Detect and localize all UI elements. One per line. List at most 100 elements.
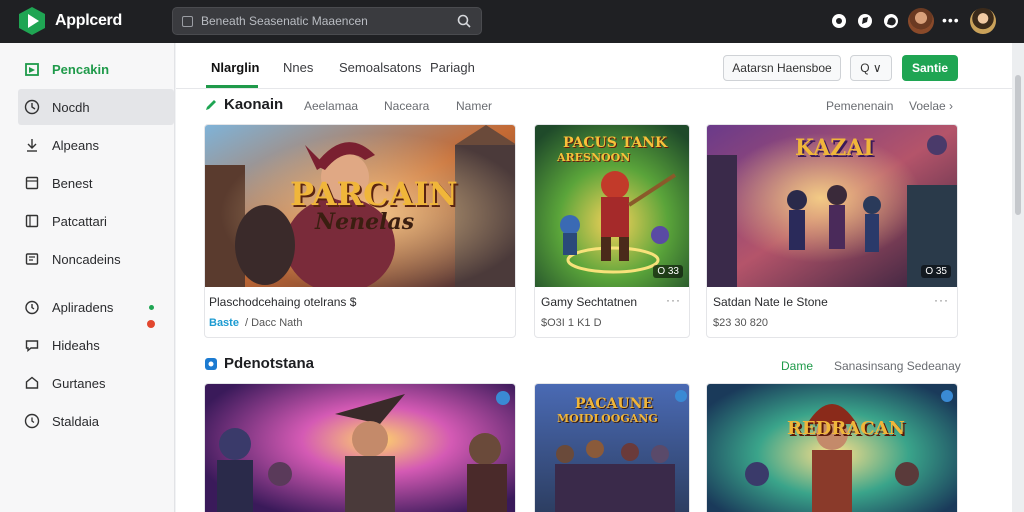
game-art-image (205, 384, 515, 512)
app-title: Applcerd (55, 12, 122, 29)
game-card[interactable]: KAZAI O 35 Satdan Nate Ie Stone ··· $23 … (706, 124, 958, 338)
game-card[interactable]: REDRACAN (706, 383, 958, 512)
section1-link-2[interactable]: Voelae › (909, 99, 953, 113)
game-art-subtitle: ARESNOON (557, 151, 631, 164)
clock-icon (24, 99, 40, 115)
sidebar-item-label: Apliradens (52, 299, 114, 315)
more-icon[interactable]: ••• (942, 12, 960, 28)
download-icon (27, 139, 37, 152)
game-meta: $O3I 1 K1 D (541, 317, 602, 329)
filter-icon (182, 16, 193, 27)
sidebar-item-label: Hideahs (52, 337, 100, 353)
user-avatar[interactable] (908, 8, 934, 34)
rating-badge: O 33 (653, 265, 683, 278)
chat-square-icon (205, 357, 217, 370)
sidebar-item-label: Benest (52, 175, 93, 191)
sidebar-item-pencakin[interactable]: Pencakin (18, 51, 174, 87)
tab-semoalsatons[interactable]: Semoalsatons (339, 60, 421, 75)
sidebar-item-label: Staldaia (52, 413, 99, 429)
game-art-title: PARCAIN (290, 175, 458, 213)
subtab-3[interactable]: Namer (456, 99, 492, 113)
game-meta-text: / Dacc Nath (244, 317, 303, 329)
chat-bubble-icon[interactable] (830, 12, 848, 30)
timer-icon (25, 300, 39, 315)
game-tag[interactable]: Baste (209, 317, 239, 329)
sidebar-item-patcattari[interactable]: Patcattari (18, 203, 174, 239)
sidebar-item-benest[interactable]: Benest (18, 165, 174, 201)
tab-bar: Nlarglin Nnes Semoalsatons Pariagh Aatar… (176, 43, 1012, 89)
section2-link-1[interactable]: Dame (781, 359, 813, 373)
messages-icon[interactable] (882, 12, 900, 30)
game-card[interactable]: PACAUNE MOIDLOOGANG (534, 383, 690, 512)
game-art-subtitle: Nenelas (315, 209, 415, 235)
search-icon[interactable] (457, 14, 471, 28)
home-icon (25, 376, 39, 389)
main-content: Nlarglin Nnes Semoalsatons Pariagh Aatar… (176, 43, 1012, 512)
search-input[interactable]: Beneath Seasenatic Maaencen (201, 14, 368, 28)
game-title[interactable]: Gamy Sechtatnen (541, 295, 637, 309)
scrollbar[interactable] (1012, 43, 1024, 512)
game-title[interactable]: Plaschodcehaing otelrans $ (209, 295, 356, 309)
sidebar-item-label: Patcattari (52, 213, 107, 229)
subtab-1[interactable]: Aeelamaa (304, 99, 358, 113)
game-thumbnail[interactable]: KAZAI O 35 (707, 125, 957, 287)
rating-badge: O 35 (921, 265, 951, 278)
game-thumbnail[interactable]: PACAUNE MOIDLOOGANG (535, 384, 689, 512)
status-dot-icon (149, 305, 154, 310)
library-icon (25, 214, 39, 228)
game-art-image (707, 384, 957, 512)
game-art-title: PACUS TANK (563, 135, 668, 151)
game-thumbnail[interactable]: PACUS TANK ARESNOON O 33 (535, 125, 689, 287)
sidebar-item-alpeans[interactable]: Alpeans (18, 127, 174, 163)
tab-nnes[interactable]: Nnes (283, 60, 313, 75)
section-title-text: Kaonain (224, 96, 284, 113)
game-card[interactable]: PARCAIN Nenelas Plaschodcehaing otelrans… (204, 124, 516, 338)
search-box[interactable]: Beneath Seasenatic Maaencen (172, 7, 482, 35)
bookmark-icon (25, 176, 39, 190)
profile-avatar[interactable] (970, 8, 996, 34)
section-title-pdenotstana: Pdenotstana (204, 355, 314, 372)
sidebar-item-nocdh[interactable]: Nocdh (18, 89, 174, 125)
pencil-icon (206, 99, 216, 110)
chat-icon (25, 340, 39, 352)
tab-pariagh[interactable]: Pariagh (430, 60, 475, 75)
notification-icon (25, 253, 39, 265)
sidebar-item-gurtanes[interactable]: Gurtanes (18, 365, 174, 401)
top-bar: Applcerd Beneath Seasenatic Maaencen ••• (0, 0, 1024, 43)
section1-link-1[interactable]: Pemenenain (826, 99, 893, 113)
sort-dropdown[interactable]: Q ∨ (850, 55, 892, 81)
filter-button[interactable]: Aatarsn Haensboe (723, 55, 841, 81)
primary-action-button[interactable]: Santie (902, 55, 958, 81)
sidebar: Pencakin Nocdh Alpeans Benest Patcattari… (0, 43, 175, 512)
sidebar-item-label: Noncadeins (52, 251, 121, 267)
game-thumbnail[interactable]: REDRACAN (707, 384, 957, 512)
game-art-subtitle: MOIDLOOGANG (557, 412, 658, 425)
more-options-icon[interactable]: ··· (934, 293, 949, 307)
game-meta: $23 30 820 (713, 317, 769, 329)
active-tab-indicator (206, 85, 258, 88)
subtab-2[interactable]: Naceara (384, 99, 429, 113)
game-card[interactable]: PACUS TANK ARESNOON O 33 Gamy Sechtatnen… (534, 124, 690, 338)
sidebar-item-noncadeins[interactable]: Noncadeins (18, 241, 174, 277)
game-card[interactable] (204, 383, 516, 512)
scrollbar-thumb[interactable] (1015, 75, 1021, 215)
sidebar-item-staldaia[interactable]: Staldaia (18, 403, 174, 439)
game-title[interactable]: Satdan Nate Ie Stone (713, 295, 828, 309)
compass-icon[interactable] (856, 12, 874, 30)
more-options-icon[interactable]: ··· (666, 293, 681, 307)
tab-nlarglin[interactable]: Nlarglin (211, 60, 259, 75)
settings-icon (24, 413, 40, 429)
section-title-text: Pdenotstana (224, 355, 315, 372)
game-art-title: PACAUNE (575, 396, 654, 412)
section2-link-2[interactable]: Sanasinsang Sedeanay (834, 359, 961, 373)
sidebar-item-label: Nocdh (52, 99, 90, 115)
game-meta: Baste / Dacc Nath (209, 317, 302, 329)
game-thumbnail[interactable] (205, 384, 515, 512)
sidebar-item-label: Alpeans (52, 137, 99, 153)
sidebar-item-label: Gurtanes (52, 375, 106, 391)
store-icon (25, 63, 39, 76)
game-thumbnail[interactable]: PARCAIN Nenelas (205, 125, 515, 287)
app-logo-icon[interactable] (18, 6, 46, 36)
sidebar-item-hideahs[interactable]: Hideahs (18, 327, 174, 363)
game-art-title: REDRACAN (787, 418, 905, 439)
